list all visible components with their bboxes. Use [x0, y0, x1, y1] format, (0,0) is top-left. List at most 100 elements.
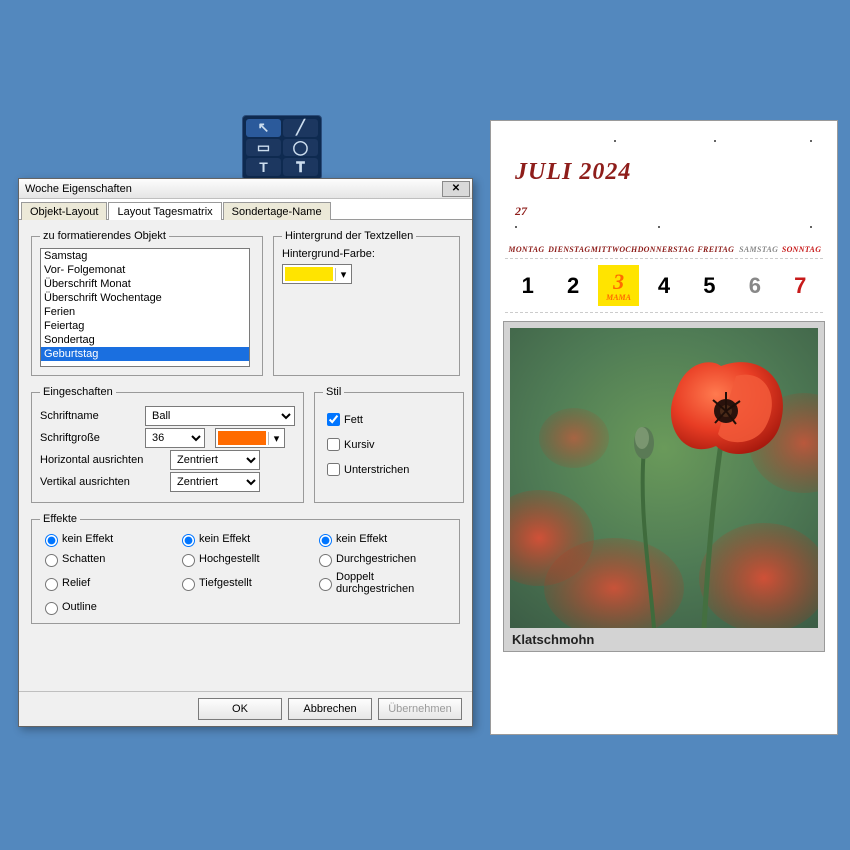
titlebar: Woche Eigenschaften ✕ — [19, 179, 472, 199]
group-object-legend: zu formatierendes Objekt — [40, 230, 169, 242]
group-background-legend: Hintergrund der Textzellen — [282, 230, 416, 242]
weekday-header: MONTAG DIENSTAG MITTWOCH DONNERSTAG FREI… — [505, 245, 823, 254]
bg-color-chip — [285, 267, 333, 281]
effect-label: Durchgestrichen — [336, 553, 416, 565]
effect3-none-radio[interactable] — [319, 534, 332, 547]
effect1-outline-radio[interactable] — [45, 602, 58, 615]
valign-select[interactable]: Zentriert — [170, 472, 260, 492]
guide-dots — [509, 137, 819, 145]
rect-tool-icon[interactable]: ▭ — [246, 139, 281, 157]
week-number: 27 — [515, 204, 827, 219]
calendar-page: JULI 2024 27 MONTAG DIENSTAG MITTWOCH DO… — [490, 120, 838, 735]
weekday-label: FREITAG — [694, 245, 737, 254]
effect2-tief-radio[interactable] — [182, 578, 195, 591]
ellipse-tool-icon[interactable]: ◯ — [283, 139, 318, 157]
tool-palette: ↖ ╱ ▭ ◯ T 𝐓 — [242, 115, 322, 180]
apply-button: Übernehmen — [378, 698, 462, 720]
list-item[interactable]: Ferien — [41, 305, 249, 319]
halign-select[interactable]: Zentriert — [170, 450, 260, 470]
effect-label: Schatten — [62, 553, 105, 565]
weekday-label: DONNERSTAG — [638, 245, 695, 254]
effect-label: Hochgestellt — [199, 553, 260, 565]
line-tool-icon[interactable]: ╱ — [283, 119, 318, 137]
weekday-label: SAMSTAG — [737, 245, 780, 254]
day-cell: 6 — [732, 269, 777, 303]
day-cell: 2 — [550, 269, 595, 303]
effect-label: Outline — [62, 601, 97, 613]
week-properties-dialog: Woche Eigenschaften ✕ Objekt-Layout Layo… — [18, 178, 473, 727]
guide-dots — [509, 223, 819, 231]
day-number: 3 — [613, 269, 624, 294]
font-label: Schriftname — [40, 410, 145, 422]
day-cell-birthday: 3 MAMA — [598, 265, 639, 306]
effect1-relief-radio[interactable] — [45, 578, 58, 591]
list-item-selected[interactable]: Geburtstag — [41, 347, 249, 361]
dialog-body: zu formatierendes Objekt Samstag Vor- Fo… — [19, 220, 472, 691]
font-color-chip — [218, 431, 266, 445]
font-color-picker[interactable]: ▾ — [215, 428, 285, 448]
list-item[interactable]: Vor- Folgemonat — [41, 263, 249, 277]
valign-label: Vertikal ausrichten — [40, 476, 170, 488]
effect3-doppelt-radio[interactable] — [319, 578, 332, 591]
divider — [505, 258, 823, 259]
font-select[interactable]: Ball — [145, 406, 295, 426]
textframe-tool-icon[interactable]: 𝐓 — [283, 158, 318, 176]
tab-layout-tagesmatrix[interactable]: Layout Tagesmatrix — [108, 202, 221, 220]
bg-color-label: Hintergrund-Farbe: — [282, 248, 451, 260]
group-style: Stil Fett Kursiv Unterstrichen — [314, 386, 464, 503]
group-effects-legend: Effekte — [40, 513, 80, 525]
group-style-legend: Stil — [323, 386, 344, 398]
weekday-label: MONTAG — [505, 245, 548, 254]
list-item[interactable]: Feiertag — [41, 319, 249, 333]
effect-label: Tiefgestellt — [199, 577, 252, 589]
ok-button[interactable]: OK — [198, 698, 282, 720]
bg-color-picker[interactable]: ▾ — [282, 264, 352, 284]
tab-sondertage-name[interactable]: Sondertage-Name — [223, 202, 331, 220]
day-cell: 5 — [687, 269, 732, 303]
size-label: Schriftgroße — [40, 432, 145, 444]
tab-objekt-layout[interactable]: Objekt-Layout — [21, 202, 107, 220]
underline-label: Unterstrichen — [344, 464, 409, 476]
group-props-legend: Eingeschaften — [40, 386, 116, 398]
close-icon: ✕ — [452, 183, 460, 194]
effect-label: Doppelt durchgestrichen — [336, 571, 451, 595]
effect2-hoch-radio[interactable] — [182, 554, 195, 567]
cursor-tool-icon[interactable]: ↖ — [246, 119, 281, 137]
halign-label: Horizontal ausrichten — [40, 454, 170, 466]
italic-checkbox[interactable] — [327, 438, 340, 451]
cancel-button[interactable]: Abbrechen — [288, 698, 372, 720]
italic-label: Kursiv — [344, 439, 375, 451]
effect1-schatten-radio[interactable] — [45, 554, 58, 567]
weekday-label: SONNTAG — [780, 245, 823, 254]
day-cell: 7 — [778, 269, 823, 303]
divider — [505, 312, 823, 313]
day-row: 1 2 3 MAMA 4 5 6 7 — [505, 265, 823, 306]
photo-frame: Klatschmohn — [503, 321, 825, 652]
effect-label: kein Effekt — [199, 533, 250, 545]
page-title: JULI 2024 — [515, 159, 827, 186]
list-item[interactable]: Überschrift Monat — [41, 277, 249, 291]
bold-checkbox[interactable] — [327, 413, 340, 426]
weekday-label: MITTWOCH — [591, 245, 638, 254]
day-cell: 4 — [641, 269, 686, 303]
group-object: zu formatierendes Objekt Samstag Vor- Fo… — [31, 230, 263, 376]
chevron-down-icon: ▾ — [268, 432, 284, 445]
weekday-label: DIENSTAG — [548, 245, 591, 254]
close-button[interactable]: ✕ — [442, 181, 470, 197]
day-sub-label: MAMA — [598, 293, 639, 302]
list-item[interactable]: Überschrift Wochentage — [41, 291, 249, 305]
effect2-none-radio[interactable] — [182, 534, 195, 547]
effect-label: Relief — [62, 577, 90, 589]
photo-caption: Klatschmohn — [510, 628, 818, 649]
text-tool-icon[interactable]: T — [246, 158, 281, 176]
underline-checkbox[interactable] — [327, 463, 340, 476]
list-item[interactable]: Sondertag — [41, 333, 249, 347]
effect1-none-radio[interactable] — [45, 534, 58, 547]
effect-label: kein Effekt — [62, 533, 113, 545]
day-cell: 1 — [505, 269, 550, 303]
effect3-durch-radio[interactable] — [319, 554, 332, 567]
object-listbox[interactable]: Samstag Vor- Folgemonat Überschrift Mona… — [40, 248, 250, 367]
bold-label: Fett — [344, 414, 363, 426]
list-item[interactable]: Samstag — [41, 249, 249, 263]
size-select[interactable]: 36 — [145, 428, 205, 448]
